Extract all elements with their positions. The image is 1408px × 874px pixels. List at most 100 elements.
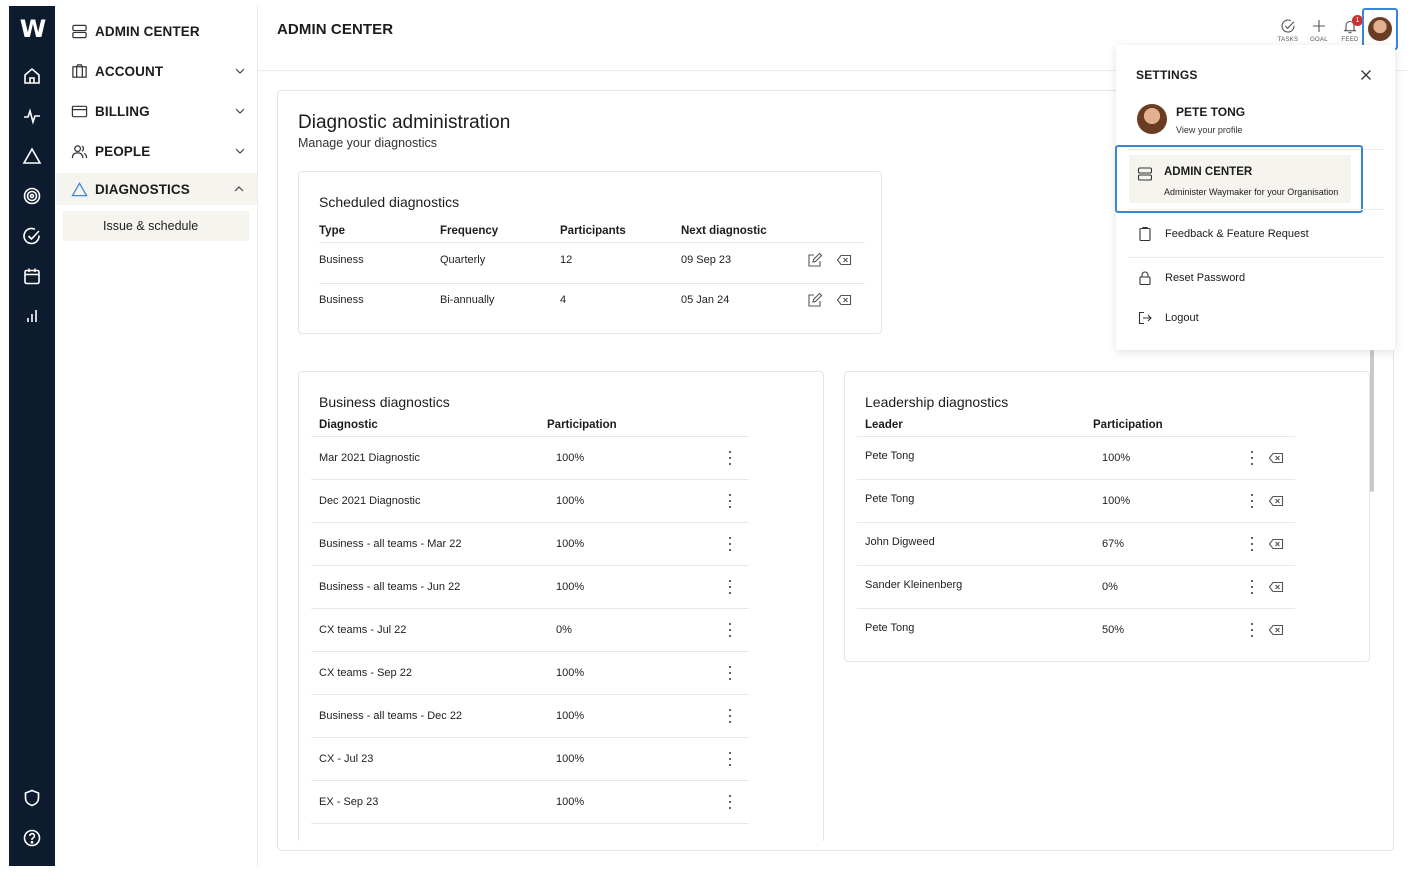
column-header: Frequency [440, 225, 499, 237]
reset-password-menu-item[interactable]: Reset Password [1165, 272, 1245, 284]
cell-leader: Sander Kleinenberg [865, 579, 963, 591]
avatar[interactable] [1137, 104, 1167, 134]
more-icon[interactable] [1249, 494, 1255, 508]
cell-diagnostic: CX teams - Jul 22 [319, 624, 407, 636]
delete-icon[interactable] [1268, 579, 1284, 595]
feed-label: FEED [1341, 37, 1359, 43]
triangle-icon[interactable] [22, 146, 42, 166]
chevron-up-icon [234, 186, 244, 192]
page-title: Diagnostic administration [298, 112, 511, 133]
server-icon [1137, 166, 1153, 182]
business-diagnostics-panel: Business diagnostics Diagnostic Particip… [298, 371, 824, 841]
cell-participation: 100% [556, 495, 585, 507]
bar-chart-icon[interactable] [22, 306, 42, 326]
profile-name[interactable]: PETE TONG [1176, 105, 1245, 119]
divider [311, 608, 749, 609]
user-avatar-button[interactable] [1362, 8, 1398, 50]
delete-icon[interactable] [1268, 622, 1284, 638]
edit-icon[interactable] [807, 292, 823, 308]
cell-type: Business [319, 294, 364, 306]
server-icon [70, 22, 88, 40]
cell-participation: 0% [1102, 581, 1118, 593]
more-icon[interactable] [1249, 580, 1255, 594]
cell-participation: 67% [1102, 538, 1125, 550]
more-icon[interactable] [727, 537, 733, 551]
more-icon[interactable] [727, 451, 733, 465]
column-header: Diagnostic [319, 419, 378, 431]
icon-rail: W [9, 6, 55, 866]
tasks-button[interactable]: TASKS [1274, 18, 1302, 43]
more-icon[interactable] [1249, 451, 1255, 465]
logout-menu-item[interactable]: Logout [1165, 312, 1199, 324]
sidebar-item-label: ACCOUNT [95, 63, 164, 79]
cell-leader: Pete Tong [865, 493, 915, 505]
delete-icon[interactable] [836, 252, 852, 268]
divider [857, 479, 1295, 480]
divider [311, 479, 749, 480]
divider [857, 436, 1295, 437]
sidebar-item-label: PEOPLE [95, 143, 151, 159]
close-icon[interactable] [1359, 68, 1373, 82]
page-subtitle: Manage your diagnostics [298, 136, 437, 150]
shield-icon[interactable] [22, 788, 42, 808]
sidebar-item-diagnostics[interactable]: DIAGNOSTICS [56, 173, 257, 205]
column-header: Next diagnostic [681, 225, 767, 237]
more-icon[interactable] [1249, 623, 1255, 637]
waymaker-logo[interactable]: W [15, 16, 49, 42]
more-icon[interactable] [727, 623, 733, 637]
more-icon[interactable] [727, 580, 733, 594]
delete-icon[interactable] [1268, 536, 1284, 552]
feedback-menu-item[interactable]: Feedback & Feature Request [1165, 228, 1309, 240]
avatar [1368, 17, 1392, 41]
home-icon[interactable] [22, 66, 42, 86]
check-circle-icon[interactable] [22, 226, 42, 246]
delete-icon[interactable] [1268, 450, 1284, 466]
divider [857, 608, 1295, 609]
sidebar-item-account[interactable]: ACCOUNT [70, 57, 246, 85]
more-icon[interactable] [1249, 537, 1255, 551]
divider [319, 242, 865, 243]
delete-icon[interactable] [1268, 493, 1284, 509]
more-icon[interactable] [727, 494, 733, 508]
edit-icon[interactable] [807, 252, 823, 268]
cell-diagnostic: Business - all teams - Dec 22 [319, 710, 463, 722]
column-header: Participation [1093, 419, 1163, 431]
more-icon[interactable] [727, 709, 733, 723]
sidebar-item-admin-center[interactable]: ADMIN CENTER [70, 17, 246, 45]
people-icon [70, 142, 88, 160]
view-profile-link[interactable]: View your profile [1176, 125, 1242, 135]
sidebar-item-label: ADMIN CENTER [95, 23, 200, 39]
sidebar-item-billing[interactable]: BILLING [70, 97, 246, 125]
cell-participation: 100% [1102, 452, 1131, 464]
plus-icon [1313, 20, 1325, 32]
target-icon[interactable] [22, 186, 42, 206]
cell-participation: 100% [556, 753, 585, 765]
more-icon[interactable] [727, 666, 733, 680]
goal-button[interactable]: GOAL [1305, 18, 1333, 43]
more-icon[interactable] [727, 795, 733, 809]
sidebar-subitem-issue-schedule[interactable]: Issue & schedule [63, 211, 249, 241]
sidebar-item-people[interactable]: PEOPLE [70, 137, 246, 165]
column-header: Participation [547, 419, 617, 431]
scrollbar[interactable] [1370, 350, 1374, 492]
admin-center-menu-item[interactable]: ADMIN CENTER Administer Waymaker for you… [1115, 145, 1363, 213]
feed-button[interactable]: 1 FEED [1336, 15, 1364, 43]
delete-icon[interactable] [836, 292, 852, 308]
settings-title: SETTINGS [1136, 68, 1198, 82]
chevron-down-icon [235, 68, 245, 74]
help-icon[interactable] [22, 828, 42, 848]
pulse-icon[interactable] [22, 106, 42, 126]
cell-participation: 100% [556, 710, 585, 722]
check-circle-icon [1281, 19, 1295, 33]
divider [311, 436, 749, 437]
cell-participation: 100% [556, 452, 585, 464]
building-icon [70, 62, 88, 80]
header-title: ADMIN CENTER [277, 21, 394, 38]
divider [1128, 257, 1383, 258]
admin-center-subtitle: Administer Waymaker for your Organisatio… [1164, 187, 1339, 197]
cell-participation: 0% [556, 624, 572, 636]
more-icon[interactable] [727, 752, 733, 766]
divider [311, 694, 749, 695]
calendar-icon[interactable] [22, 266, 42, 286]
cell-participation: 50% [1102, 624, 1125, 636]
